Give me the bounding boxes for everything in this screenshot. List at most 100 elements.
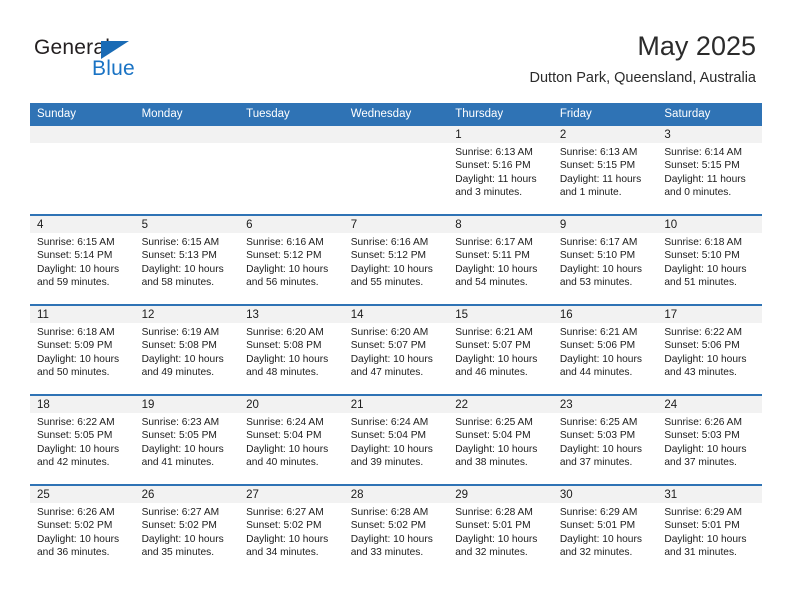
calendar-day-cell[interactable]: 11 Sunrise: 6:18 AM Sunset: 5:09 PM Dayligh…: [30, 304, 135, 395]
calendar-day-cell[interactable]: 10 Sunrise: 6:18 AM Sunset: 5:10 PM Dayligh…: [657, 214, 762, 305]
calendar-day-cell[interactable]: 25 Sunrise: 6:26 AM Sunset: 5:02 PM Dayligh…: [30, 484, 135, 574]
calendar-day-cell[interactable]: 15 Sunrise: 6:21 AM Sunset: 5:07 PM Dayligh…: [448, 304, 553, 395]
sunset-text: Sunset: 5:03 PM: [664, 430, 740, 442]
day-number: [134, 126, 240, 143]
calendar-day-cell[interactable]: 16 Sunrise: 6:21 AM Sunset: 5:06 PM Dayligh…: [552, 304, 658, 395]
calendar-day-cell[interactable]: 1 Sunrise: 6:13 AM Sunset: 5:16 PM Daylight…: [448, 126, 553, 215]
weekday-header-friday: Friday: [552, 103, 658, 126]
calendar-day-cell[interactable]: 20 Sunrise: 6:24 AM Sunset: 5:04 PM Dayligh…: [239, 394, 344, 485]
calendar-day-cell-empty: [343, 126, 449, 215]
calendar-day-cell[interactable]: 18 Sunrise: 6:22 AM Sunset: 5:05 PM Dayligh…: [30, 394, 135, 485]
day-cell-inner: 2 Sunrise: 6:13 AM Sunset: 5:15 PM Daylight…: [552, 126, 658, 214]
daylight-text: Daylight: 10 hours and 40 minutes.: [246, 443, 329, 469]
calendar-day-cell[interactable]: 6 Sunrise: 6:16 AM Sunset: 5:12 PM Daylight…: [239, 214, 344, 305]
calendar-day-cell[interactable]: 26 Sunrise: 6:27 AM Sunset: 5:02 PM Dayligh…: [134, 484, 240, 574]
day-cell-inner: [30, 126, 135, 214]
calendar-week-row: 11 Sunrise: 6:18 AM Sunset: 5:09 PM Dayligh…: [30, 304, 762, 395]
sunrise-text: Sunrise: 6:22 AM: [664, 327, 742, 338]
calendar-day-cell[interactable]: 17 Sunrise: 6:22 AM Sunset: 5:06 PM Dayligh…: [657, 304, 762, 395]
day-number: 30: [552, 486, 658, 503]
calendar-day-cell[interactable]: 3 Sunrise: 6:14 AM Sunset: 5:15 PM Daylight…: [657, 126, 762, 215]
day-number: 31: [657, 486, 762, 503]
day-cell-inner: 6 Sunrise: 6:16 AM Sunset: 5:12 PM Daylight…: [239, 216, 344, 304]
daylight-text: Daylight: 10 hours and 55 minutes.: [350, 263, 433, 289]
day-cell-inner: 17 Sunrise: 6:22 AM Sunset: 5:06 PM Dayligh…: [657, 306, 762, 394]
calendar-day-cell[interactable]: 28 Sunrise: 6:28 AM Sunset: 5:02 PM Dayligh…: [343, 484, 449, 574]
sunset-text: Sunset: 5:10 PM: [664, 250, 740, 262]
daylight-text: Daylight: 10 hours and 33 minutes.: [350, 533, 433, 559]
calendar-day-cell[interactable]: 2 Sunrise: 6:13 AM Sunset: 5:15 PM Daylight…: [552, 126, 658, 215]
sunrise-text: Sunrise: 6:20 AM: [350, 327, 429, 338]
calendar-day-cell[interactable]: 29 Sunrise: 6:28 AM Sunset: 5:01 PM Dayligh…: [448, 484, 553, 574]
sunset-text: Sunset: 5:04 PM: [455, 430, 531, 442]
day-sun-times: Sunrise: 6:21 AM Sunset: 5:07 PM Daylight:…: [448, 323, 553, 380]
day-sun-times: Sunrise: 6:15 AM Sunset: 5:13 PM Daylight:…: [135, 233, 240, 290]
calendar-day-cell[interactable]: 21 Sunrise: 6:24 AM Sunset: 5:04 PM Dayligh…: [343, 394, 449, 485]
day-cell-inner: 19 Sunrise: 6:23 AM Sunset: 5:05 PM Dayligh…: [134, 396, 240, 484]
calendar-day-cell[interactable]: 7 Sunrise: 6:16 AM Sunset: 5:12 PM Daylight…: [343, 214, 449, 305]
calendar-day-cell[interactable]: 31 Sunrise: 6:29 AM Sunset: 5:01 PM Dayligh…: [657, 484, 762, 574]
calendar-day-cell[interactable]: 22 Sunrise: 6:25 AM Sunset: 5:04 PM Dayligh…: [448, 394, 553, 485]
day-sun-times: Sunrise: 6:13 AM Sunset: 5:16 PM Daylight:…: [448, 143, 553, 200]
day-cell-inner: [239, 126, 344, 214]
day-number: 24: [657, 396, 762, 413]
day-sun-times: Sunrise: 6:13 AM Sunset: 5:15 PM Daylight:…: [553, 143, 658, 200]
day-number: 18: [30, 396, 135, 413]
day-sun-times: Sunrise: 6:26 AM Sunset: 5:03 PM Daylight:…: [657, 413, 762, 470]
day-cell-inner: 20 Sunrise: 6:24 AM Sunset: 5:04 PM Dayligh…: [239, 396, 344, 484]
day-sun-times: Sunrise: 6:19 AM Sunset: 5:08 PM Daylight:…: [135, 323, 240, 380]
page-header: General Blue May 2025 Dutton Park, Queen…: [0, 0, 792, 100]
sunrise-text: Sunrise: 6:27 AM: [246, 507, 324, 518]
sunset-text: Sunset: 5:08 PM: [246, 340, 322, 352]
sunset-text: Sunset: 5:05 PM: [37, 430, 113, 442]
day-number: 19: [134, 396, 240, 413]
calendar-day-cell[interactable]: 4 Sunrise: 6:15 AM Sunset: 5:14 PM Daylight…: [30, 214, 135, 305]
sunset-text: Sunset: 5:12 PM: [246, 250, 322, 262]
calendar-day-cell[interactable]: 19 Sunrise: 6:23 AM Sunset: 5:05 PM Dayligh…: [134, 394, 240, 485]
daylight-text: Daylight: 10 hours and 59 minutes.: [37, 263, 120, 289]
sunrise-text: Sunrise: 6:28 AM: [350, 507, 429, 518]
calendar-day-cell[interactable]: 14 Sunrise: 6:20 AM Sunset: 5:07 PM Dayligh…: [343, 304, 449, 395]
sunset-text: Sunset: 5:15 PM: [559, 160, 636, 172]
calendar-day-cell[interactable]: 9 Sunrise: 6:17 AM Sunset: 5:10 PM Daylight…: [552, 214, 658, 305]
calendar-body: 1 Sunrise: 6:13 AM Sunset: 5:16 PM Daylight…: [30, 126, 762, 574]
calendar-day-cell[interactable]: 24 Sunrise: 6:26 AM Sunset: 5:03 PM Dayligh…: [657, 394, 762, 485]
calendar-day-cell[interactable]: 8 Sunrise: 6:17 AM Sunset: 5:11 PM Daylight…: [448, 214, 553, 305]
day-cell-inner: 13 Sunrise: 6:20 AM Sunset: 5:08 PM Dayligh…: [239, 306, 344, 394]
sunrise-text: Sunrise: 6:18 AM: [37, 327, 115, 338]
calendar-day-cell[interactable]: 5 Sunrise: 6:15 AM Sunset: 5:13 PM Daylight…: [134, 214, 240, 305]
sunset-text: Sunset: 5:06 PM: [664, 340, 740, 352]
calendar-day-cell[interactable]: 30 Sunrise: 6:29 AM Sunset: 5:01 PM Dayligh…: [552, 484, 658, 574]
sunrise-text: Sunrise: 6:23 AM: [141, 417, 220, 428]
day-cell-inner: 8 Sunrise: 6:17 AM Sunset: 5:11 PM Daylight…: [448, 216, 553, 304]
sunset-text: Sunset: 5:02 PM: [141, 520, 217, 532]
day-sun-times: Sunrise: 6:22 AM Sunset: 5:06 PM Daylight:…: [657, 323, 762, 380]
day-number: [239, 126, 344, 143]
day-number: 9: [552, 216, 658, 233]
day-cell-inner: 25 Sunrise: 6:26 AM Sunset: 5:02 PM Dayligh…: [30, 486, 135, 574]
sunset-text: Sunset: 5:12 PM: [350, 250, 427, 262]
calendar-day-cell[interactable]: 27 Sunrise: 6:27 AM Sunset: 5:02 PM Dayligh…: [239, 484, 344, 574]
calendar-week-row: 4 Sunrise: 6:15 AM Sunset: 5:14 PM Daylight…: [30, 214, 762, 305]
sunrise-text: Sunrise: 6:24 AM: [246, 417, 324, 428]
location-subtitle: Dutton Park, Queensland, Australia: [529, 70, 757, 86]
sunrise-text: Sunrise: 6:20 AM: [246, 327, 324, 338]
calendar-day-cell[interactable]: 23 Sunrise: 6:25 AM Sunset: 5:03 PM Dayligh…: [552, 394, 658, 485]
sunrise-text: Sunrise: 6:26 AM: [664, 417, 742, 428]
day-number: 23: [552, 396, 658, 413]
day-cell-inner: 7 Sunrise: 6:16 AM Sunset: 5:12 PM Daylight…: [343, 216, 449, 304]
day-number: 6: [239, 216, 344, 233]
sunrise-text: Sunrise: 6:22 AM: [37, 417, 115, 428]
calendar-day-cell[interactable]: 13 Sunrise: 6:20 AM Sunset: 5:08 PM Dayligh…: [239, 304, 344, 395]
day-number: 25: [30, 486, 135, 503]
calendar-day-cell[interactable]: 12 Sunrise: 6:19 AM Sunset: 5:08 PM Dayligh…: [134, 304, 240, 395]
weekday-header-sunday: Sunday: [30, 103, 135, 126]
day-cell-inner: 16 Sunrise: 6:21 AM Sunset: 5:06 PM Dayligh…: [552, 306, 658, 394]
weekday-header-monday: Monday: [134, 103, 240, 126]
daylight-text: Daylight: 10 hours and 50 minutes.: [37, 353, 120, 379]
daylight-text: Daylight: 10 hours and 44 minutes.: [559, 353, 642, 379]
day-sun-times: Sunrise: 6:28 AM Sunset: 5:01 PM Daylight:…: [448, 503, 553, 560]
day-sun-times: Sunrise: 6:29 AM Sunset: 5:01 PM Daylight:…: [657, 503, 762, 560]
daylight-text: Daylight: 10 hours and 37 minutes.: [559, 443, 642, 469]
brand-logo[interactable]: General Blue: [34, 36, 234, 86]
